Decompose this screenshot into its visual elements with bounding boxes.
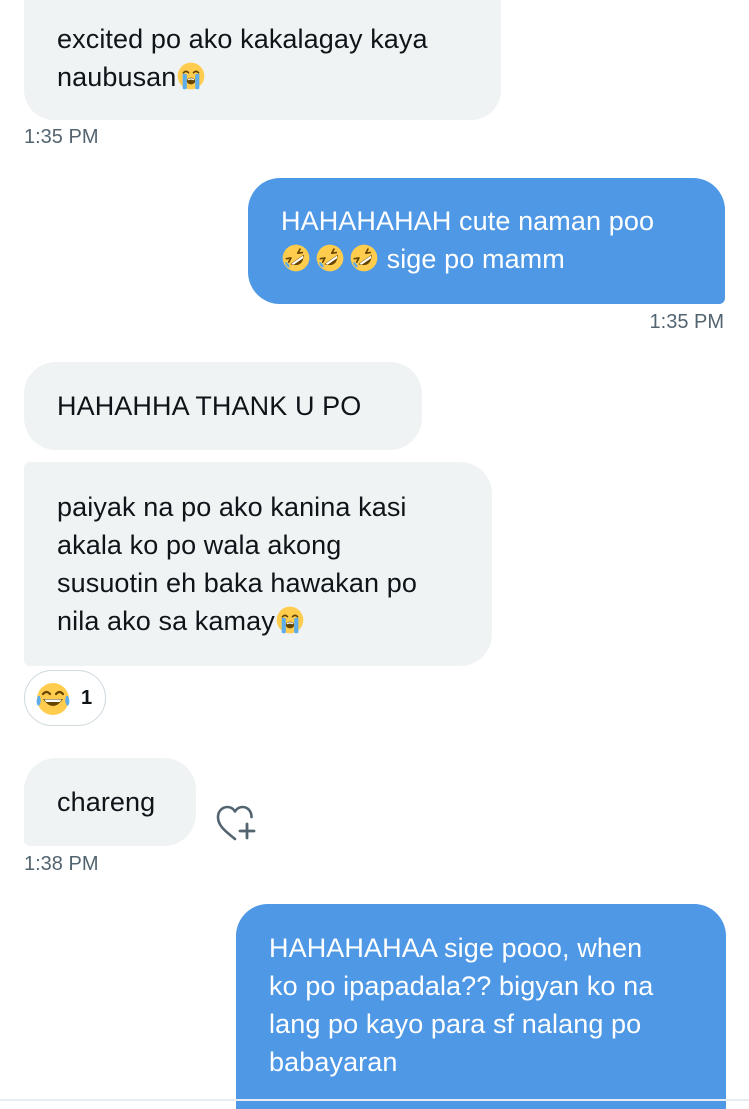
message-timestamp: 1:38 PM: [24, 853, 99, 875]
received-message-bubble[interactable]: excited po ako kakalagay kaya naubusan: [24, 0, 501, 120]
rolling-on-floor-laughing-emoji-icon: [315, 243, 345, 273]
message-text: HAHAHAHAH cute naman poo: [281, 206, 655, 236]
message-text: sige po mamm: [386, 244, 565, 274]
message-text: babayaran: [269, 1047, 398, 1077]
rolling-on-floor-laughing-emoji-icon: [349, 243, 379, 273]
reaction-chip[interactable]: 1: [24, 670, 106, 726]
received-message-bubble[interactable]: HAHAHHA THANK U PO: [24, 362, 422, 450]
loudly-crying-face-emoji-icon: [176, 61, 206, 91]
message-text: HAHAHAHAA sige pooo, when: [269, 933, 643, 963]
message-text: ko po ipapadala?? bigyan ko na: [269, 971, 654, 1001]
message-text: akala ko po wala akong: [57, 530, 342, 560]
received-message-bubble[interactable]: chareng: [24, 758, 196, 846]
message-text: nila ako sa kamay: [57, 606, 275, 636]
conversation-thread: excited po ako kakalagay kaya naubusan 1…: [0, 0, 749, 1109]
message-text: paiyak na po ako kanina kasi: [57, 492, 407, 522]
message-text: naubusan: [57, 62, 177, 92]
message-text: excited po ako kakalagay kaya: [57, 24, 428, 54]
message-text: chareng: [57, 787, 156, 817]
face-with-tears-of-joy-emoji-icon: [35, 681, 71, 717]
sent-message-bubble[interactable]: HAHAHAHAA sige pooo, when ko po ipapadal…: [236, 904, 726, 1109]
message-text: lang po kayo para sf nalang po: [269, 1009, 642, 1039]
received-message-bubble[interactable]: paiyak na po ako kanina kasi akala ko po…: [24, 462, 492, 666]
message-timestamp: 1:35 PM: [649, 311, 724, 333]
message-timestamp: 1:35 PM: [24, 126, 99, 148]
message-text: susuotin eh baka hawakan po: [57, 568, 417, 598]
sent-message-bubble[interactable]: HAHAHAHAH cute naman poo sige po mamm: [248, 178, 725, 304]
reaction-count: 1: [81, 687, 93, 709]
message-text: HAHAHHA THANK U PO: [57, 391, 362, 421]
heart-plus-icon[interactable]: [214, 802, 260, 844]
loudly-crying-face-emoji-icon: [275, 605, 305, 635]
rolling-on-floor-laughing-emoji-icon: [281, 243, 311, 273]
